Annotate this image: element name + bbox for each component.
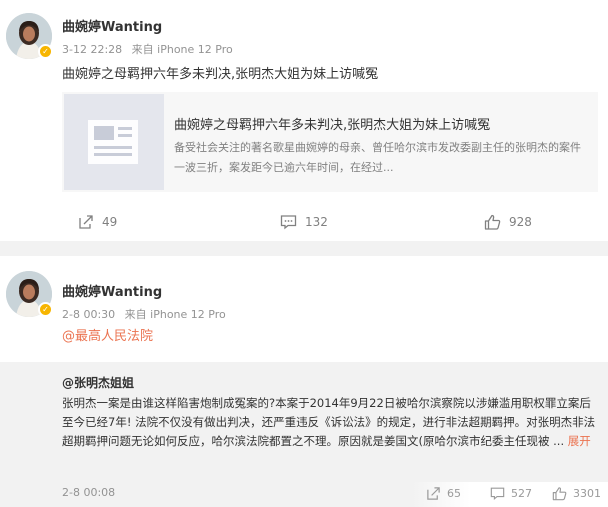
username[interactable]: 曲婉婷Wanting <box>62 16 162 35</box>
like-button[interactable]: 928 <box>484 212 532 232</box>
post-actions: 49 132 928 <box>0 212 608 232</box>
post-source: 来自 iPhone 12 Pro <box>131 43 233 56</box>
thumbs-up-icon <box>552 487 567 501</box>
expand-link[interactable]: 展开 <box>568 434 591 448</box>
weibo-post: ✓ 曲婉婷Wanting 3-12 22:28 来自 iPhone 12 Pro… <box>0 0 608 241</box>
post-meta: 2-8 00:30 来自 iPhone 12 Pro <box>62 306 232 322</box>
share-icon <box>79 215 93 229</box>
username[interactable]: 曲婉婷Wanting <box>62 281 162 300</box>
link-summary: 备受社会关注的著名歌星曲婉婷的母亲、曾任哈尔滨市发改委副主任的张明杰的案件一波三… <box>174 141 581 174</box>
repost-count: 65 <box>447 487 461 500</box>
post-time[interactable]: 2-8 00:30 <box>62 308 115 321</box>
verified-badge-icon: ✓ <box>38 302 53 317</box>
verified-badge-icon: ✓ <box>38 44 53 59</box>
link-title[interactable]: 曲婉婷之母羁押六年多未判决,张明杰大姐为妹上访喊冤 <box>174 114 490 133</box>
comment-button[interactable]: 132 <box>280 212 328 232</box>
post-text: 曲婉婷之母羁押六年多未判决,张明杰大姐为妹上访喊冤 <box>62 67 379 82</box>
reposted-content: @张明杰姐姐 张明杰一案是由谁这样陷害炮制成冤案的?本案于2014年9月22日被… <box>0 362 608 507</box>
post-time[interactable]: 3-12 22:28 <box>62 43 122 56</box>
repost-text: 张明杰一案是由谁这样陷害炮制成冤案的?本案于2014年9月22日被哈尔滨察院以涉… <box>62 394 602 451</box>
repost-count: 49 <box>102 215 118 229</box>
weibo-post: ✓ 曲婉婷Wanting 2-8 00:30 来自 iPhone 12 Pro … <box>0 256 608 507</box>
like-count: 3301 <box>573 487 601 500</box>
repost-like-button[interactable]: 3301 <box>552 486 601 501</box>
comment-icon <box>490 487 505 501</box>
mention-link[interactable]: @最高人民法院 <box>62 325 153 344</box>
share-icon <box>427 487 440 500</box>
repost-share-button[interactable]: 65 <box>426 486 461 501</box>
comment-count: 132 <box>305 215 328 229</box>
repost-comment-button[interactable]: 527 <box>490 486 532 501</box>
comment-count: 527 <box>511 487 532 500</box>
post-source: 来自 iPhone 12 Pro <box>124 308 226 321</box>
repost-author[interactable]: @张明杰姐姐 <box>62 374 134 391</box>
comment-icon <box>280 215 297 230</box>
article-thumbnail-icon <box>64 94 164 190</box>
repost-button[interactable]: 49 <box>78 212 117 232</box>
like-count: 928 <box>509 215 532 229</box>
repost-body: 张明杰一案是由谁这样陷害炮制成冤案的?本案于2014年9月22日被哈尔滨察院以涉… <box>62 396 596 448</box>
repost-time[interactable]: 2-8 00:08 <box>62 486 115 499</box>
repost-actions: 65 527 3301 <box>412 482 608 507</box>
post-meta: 3-12 22:28 来自 iPhone 12 Pro <box>62 41 239 57</box>
link-card[interactable]: 曲婉婷之母羁押六年多未判决,张明杰大姐为妹上访喊冤 备受社会关注的著名歌星曲婉婷… <box>62 92 598 192</box>
thumbs-up-icon <box>484 214 501 230</box>
